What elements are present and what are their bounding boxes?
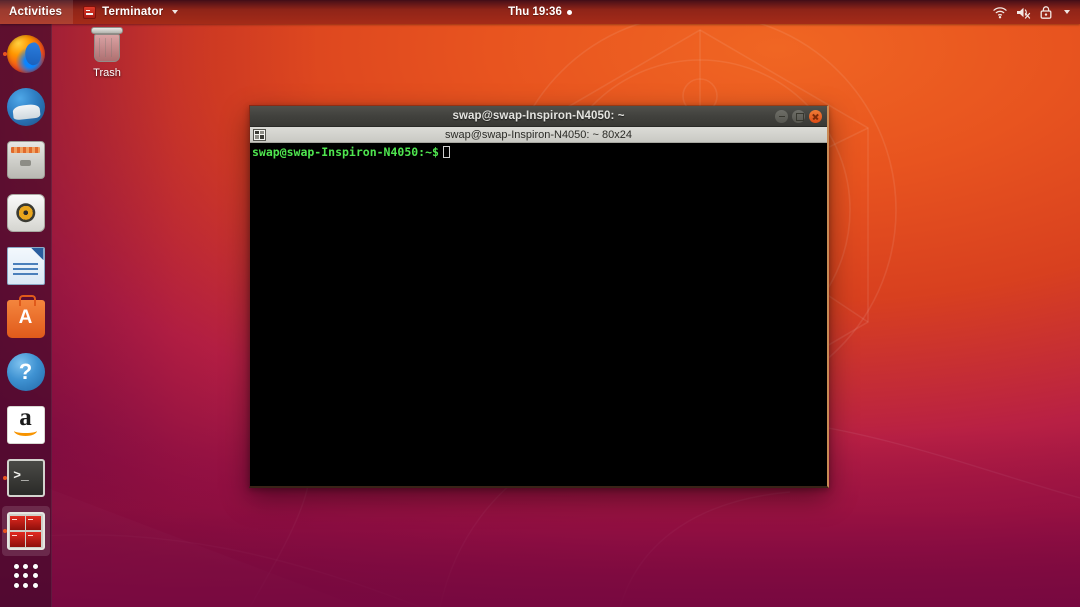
desktop-icon-trash[interactable]: Trash [78, 26, 136, 79]
dock-item-help[interactable] [2, 347, 50, 397]
maximize-button[interactable] [792, 110, 805, 123]
terminal-tab-title: swap@swap-Inspiron-N4050: ~ 80x24 [250, 129, 827, 141]
window-title: swap@swap-Inspiron-N4050: ~ [452, 110, 624, 122]
window-controls [775, 106, 822, 126]
minimize-button[interactable] [775, 110, 788, 123]
dock-item-rhythmbox[interactable] [2, 188, 50, 238]
terminator-window[interactable]: swap@swap-Inspiron-N4050: ~ swap@swap-In… [249, 105, 829, 488]
activities-label: Activities [9, 6, 62, 18]
terminal-prompt-line: swap@swap-Inspiron-N4050:~$ [252, 145, 827, 159]
ubuntu-software-icon [7, 300, 45, 338]
desktop-icon-label: Trash [93, 67, 121, 79]
wifi-icon [993, 6, 1007, 19]
rhythmbox-icon [7, 194, 45, 232]
terminal-tab-bar[interactable]: swap@swap-Inspiron-N4050: ~ 80x24 [250, 127, 827, 143]
trash-icon [90, 26, 124, 64]
terminal-cursor [443, 146, 450, 158]
chevron-down-icon [172, 10, 178, 14]
dock-item-libreoffice-writer[interactable] [2, 241, 50, 291]
dock-item-amazon[interactable] [2, 400, 50, 450]
terminal-prompt: swap@swap-Inspiron-N4050:~$ [252, 145, 439, 159]
dock-item-terminal[interactable] [2, 453, 50, 503]
dock-item-firefox[interactable] [2, 29, 50, 79]
grid-icon [14, 564, 38, 588]
show-applications-button[interactable] [2, 556, 50, 595]
firefox-icon [7, 35, 45, 73]
dock-item-ubuntu-software[interactable] [2, 294, 50, 344]
dock-item-terminator[interactable] [2, 506, 50, 556]
activities-button[interactable]: Activities [0, 0, 73, 24]
top-panel: Activities Terminator Thu 19:36 [0, 0, 1080, 24]
terminator-icon [83, 6, 96, 19]
app-menu-button[interactable]: Terminator [73, 0, 188, 24]
dock-item-files[interactable] [2, 135, 50, 185]
help-icon [7, 353, 45, 391]
system-tray[interactable] [987, 0, 1076, 24]
dock [0, 24, 52, 607]
volume-muted-icon [1016, 6, 1031, 19]
desktop[interactable]: Activities Terminator Thu 19:36 [0, 0, 1080, 607]
running-indicator-icon [3, 52, 7, 56]
clock-button[interactable]: Thu 19:36 [450, 0, 630, 24]
running-indicator-icon [3, 529, 7, 533]
close-button[interactable] [809, 110, 822, 123]
terminator-icon [7, 512, 45, 550]
libreoffice-writer-icon [7, 247, 45, 285]
dock-item-list [2, 24, 50, 556]
running-indicator-icon [3, 476, 7, 480]
terminal-output-area[interactable]: swap@swap-Inspiron-N4050:~$ [250, 143, 827, 486]
thunderbird-icon [7, 88, 45, 126]
power-lock-icon [1040, 6, 1052, 19]
chevron-down-icon[interactable] [1064, 10, 1070, 14]
amazon-icon [7, 406, 45, 444]
notification-dot-icon [567, 10, 572, 15]
files-icon [7, 141, 45, 179]
app-menu-label: Terminator [102, 6, 163, 18]
window-title-bar[interactable]: swap@swap-Inspiron-N4050: ~ [250, 106, 827, 127]
clock-label: Thu 19:36 [508, 6, 562, 18]
panel-left-group: Activities Terminator [0, 0, 188, 24]
dock-item-thunderbird[interactable] [2, 82, 50, 132]
terminal-icon [7, 459, 45, 497]
